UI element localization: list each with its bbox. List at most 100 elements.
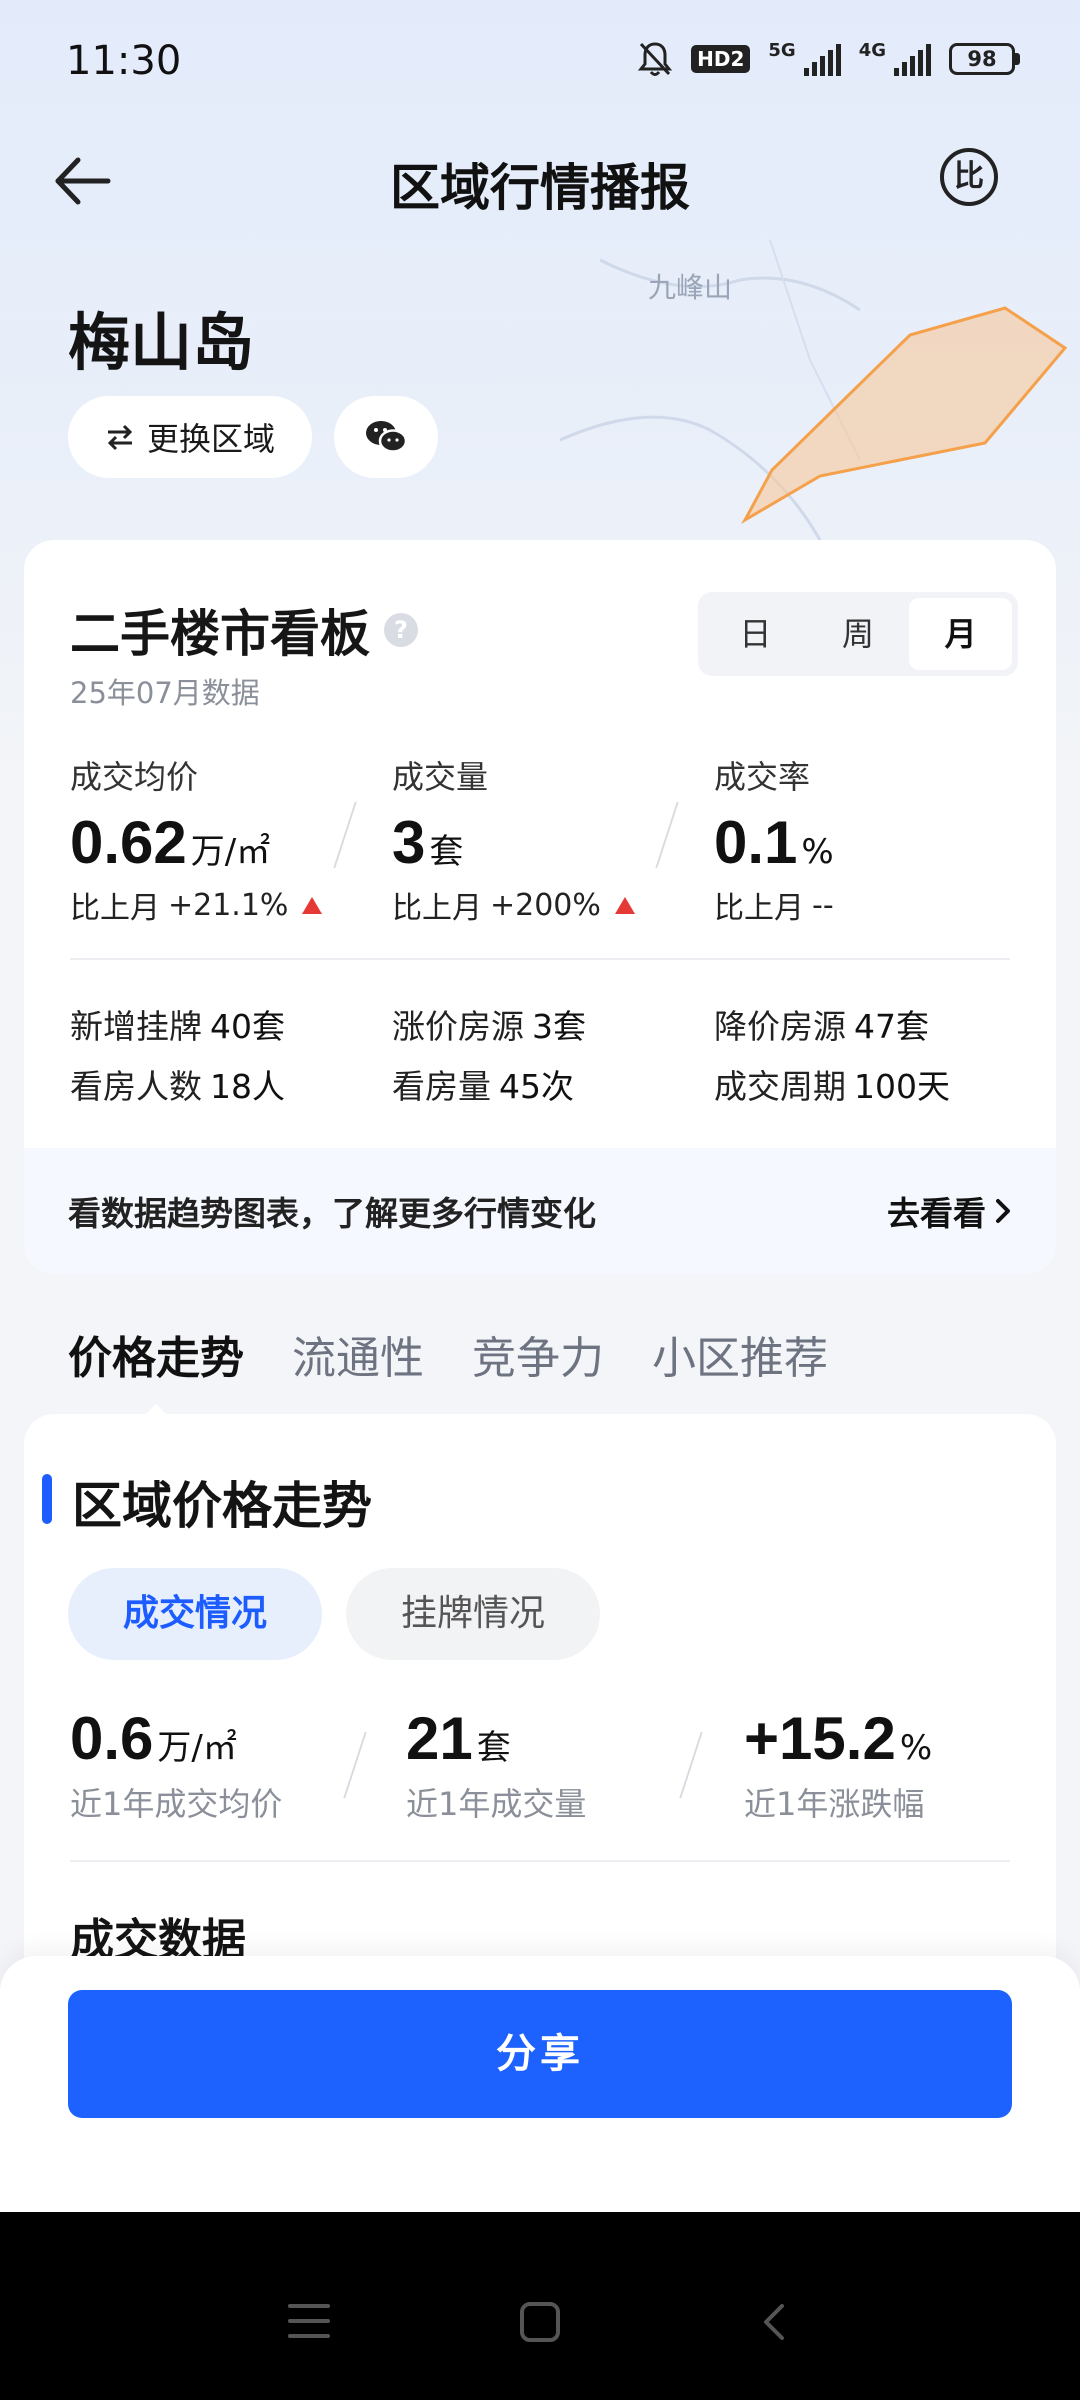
kpi-avg-price: 0.6 万/㎡ 近1年成交均价	[70, 1704, 282, 1825]
metric-change: +21.1%	[168, 887, 289, 923]
metric-volume: 成交量 3 套 比上月 +200%	[392, 752, 692, 927]
market-board-card: 二手楼市看板 ? 25年07月数据 日 周 月 成交均价 0.62 万/㎡ 比上…	[24, 540, 1056, 1274]
swap-icon	[107, 424, 133, 451]
kpi-label: 近1年成交均价	[70, 1785, 283, 1823]
stat-value: 40套	[210, 1007, 285, 1046]
kpi-unit: %	[899, 1728, 933, 1768]
signal-icon-2	[894, 42, 931, 76]
metric-change-prefix: 比上月	[714, 891, 804, 926]
stat-price-down: 降价房源 47套	[714, 1000, 929, 1048]
region-highlight-shape	[741, 306, 1068, 525]
stat-viewings: 看房量 45次	[392, 1060, 574, 1108]
region-name: 梅山岛	[68, 306, 255, 379]
kpi-unit: 万/㎡	[157, 1728, 237, 1768]
trend-banner-text: 看数据趋势图表，了解更多行情变化	[68, 1194, 596, 1233]
metric-label: 成交均价	[70, 758, 199, 796]
status-icons: HD2 5G 4G 98	[637, 40, 1020, 78]
switch-region-button[interactable]: 更换区域	[68, 396, 312, 478]
stat-viewers: 看房人数 18人	[70, 1060, 285, 1108]
divider	[70, 1860, 1010, 1862]
brand-icon[interactable]: 比	[940, 148, 998, 206]
signal-icon	[803, 42, 841, 76]
period-segmented-control: 日 周 月	[698, 592, 1018, 676]
stat-value: 3套	[532, 1007, 586, 1046]
tab-competitiveness[interactable]: 竞争力	[472, 1322, 604, 1406]
stat-value: 18人	[210, 1067, 285, 1106]
board-title-text: 二手楼市看板	[70, 605, 370, 663]
tab-community-recommend[interactable]: 小区推荐	[652, 1322, 828, 1406]
pill-deals[interactable]: 成交情况	[68, 1568, 322, 1660]
stat-value: 100天	[854, 1067, 950, 1106]
chevron-right-icon	[996, 1199, 1010, 1223]
recent-apps-icon[interactable]	[288, 2304, 330, 2338]
region-map	[560, 240, 1068, 541]
kpi-change: +15.2 % 近1年涨跌幅	[744, 1704, 932, 1825]
app-header: 区域行情播报 比	[0, 130, 1080, 230]
kpi-value: 0.6	[70, 1705, 154, 1772]
metric-change-prefix: 比上月	[392, 891, 482, 926]
home-icon[interactable]	[520, 2302, 560, 2342]
trend-banner[interactable]: 看数据趋势图表，了解更多行情变化 去看看	[24, 1148, 1056, 1274]
switch-region-label: 更换区域	[146, 420, 275, 458]
metric-label: 成交量	[392, 758, 489, 796]
help-icon[interactable]: ?	[384, 613, 418, 647]
network-5g-label: 5G	[768, 40, 796, 61]
stat-label: 成交周期	[714, 1067, 846, 1106]
metric-label: 成交率	[714, 758, 811, 796]
stat-label: 看房人数	[70, 1067, 202, 1106]
metric-avg-price: 成交均价 0.62 万/㎡ 比上月 +21.1%	[70, 752, 370, 927]
go-see-label: 去看看	[887, 1194, 986, 1233]
stat-deal-cycle: 成交周期 100天	[714, 1060, 950, 1108]
metric-deal-rate: 成交率 0.1 % 比上月 --	[714, 752, 1014, 927]
board-data-period: 25年07月数据	[70, 676, 260, 710]
battery-icon: 98	[949, 43, 1020, 75]
stat-price-up: 涨价房源 3套	[392, 1000, 586, 1048]
metric-unit: %	[801, 832, 834, 872]
battery-level: 98	[949, 43, 1015, 75]
go-see-link[interactable]: 去看看	[887, 1187, 1012, 1235]
section-tabs: 价格走势 流通性 竞争力 小区推荐	[68, 1322, 828, 1406]
stat-label: 新增挂牌	[70, 1007, 202, 1046]
kpi-unit: 套	[476, 1728, 511, 1768]
tab-liquidity[interactable]: 流通性	[292, 1322, 424, 1406]
kpi-separator	[679, 1732, 703, 1798]
map-place-label: 九峰山	[648, 271, 733, 304]
kpi-volume: 21 套 近1年成交量	[406, 1704, 586, 1825]
kpi-label: 近1年涨跌幅	[744, 1785, 925, 1823]
nav-back-icon[interactable]	[754, 2300, 798, 2344]
status-time: 11:30	[66, 38, 182, 84]
tab-price-trend[interactable]: 价格走势	[68, 1322, 244, 1406]
wechat-share-button[interactable]	[334, 396, 438, 478]
hd-badge: HD2	[691, 45, 751, 73]
segment-month[interactable]: 月	[909, 598, 1013, 670]
up-arrow-icon	[614, 896, 635, 914]
stat-value: 47套	[854, 1007, 929, 1046]
stat-label: 涨价房源	[392, 1007, 524, 1046]
metric-change: +200%	[490, 887, 601, 923]
section-accent-bar	[42, 1474, 52, 1524]
kpi-label: 近1年成交量	[406, 1785, 587, 1823]
pill-listings[interactable]: 挂牌情况	[346, 1568, 600, 1660]
metric-value: 3	[392, 809, 426, 876]
wechat-icon	[366, 421, 408, 453]
kpi-value: +15.2	[744, 1705, 896, 1772]
stat-new-listings: 新增挂牌 40套	[70, 1000, 285, 1048]
metric-value: 0.1	[714, 809, 798, 876]
page-title: 区域行情播报	[390, 159, 690, 217]
system-nav-bar	[0, 2212, 1080, 2400]
stat-label: 降价房源	[714, 1007, 846, 1046]
up-arrow-icon	[302, 896, 323, 914]
segment-day[interactable]: 日	[704, 598, 807, 670]
status-bar: 11:30 HD2 5G 4G 98	[0, 0, 1080, 130]
stat-label: 看房量	[392, 1067, 491, 1106]
board-title: 二手楼市看板 ?	[70, 594, 418, 666]
segment-week[interactable]: 周	[807, 598, 910, 670]
share-button[interactable]: 分享	[68, 1990, 1012, 2118]
divider	[70, 958, 1010, 960]
kpi-separator	[343, 1732, 367, 1798]
stat-value: 45次	[499, 1067, 574, 1106]
metric-change: --	[812, 887, 834, 923]
metric-value: 0.62	[70, 809, 187, 876]
network-4g-label: 4G	[858, 40, 886, 61]
mute-bell-icon	[637, 42, 673, 76]
